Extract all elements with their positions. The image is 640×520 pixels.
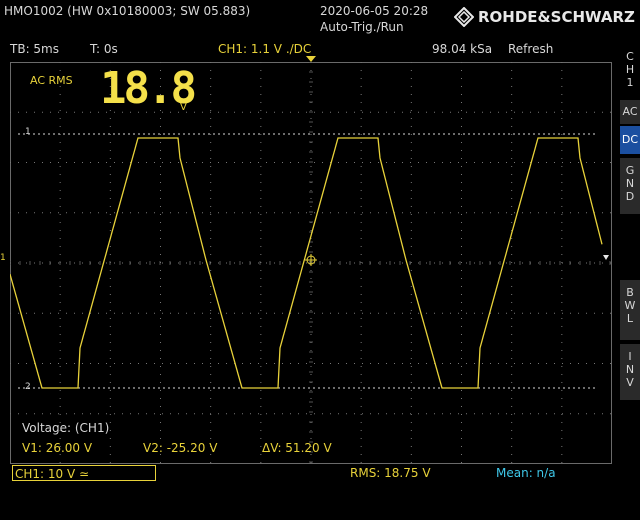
- mean-readout: Mean: n/a: [496, 466, 556, 480]
- brand-name: ROHDE&SCHWARZ: [478, 8, 635, 26]
- invert-button[interactable]: I N V: [620, 344, 640, 400]
- coupling-ac-button[interactable]: AC: [620, 100, 640, 124]
- channel-tab-letter: H: [625, 63, 635, 76]
- trigger-mode: Auto-Trig./Run: [320, 20, 404, 34]
- trigger-time-setting[interactable]: T: 0s: [90, 42, 118, 56]
- inv-letter: N: [625, 363, 635, 376]
- inv-letter: V: [626, 376, 634, 389]
- bwl-letter: B: [626, 286, 634, 299]
- channel-tab-letter: 1: [626, 76, 634, 89]
- graticule-grid: [10, 62, 611, 463]
- timebase-setting[interactable]: TB: 5ms: [10, 42, 59, 56]
- device-info: HMO1002 (HW 0x10180003; SW 05.883): [4, 4, 251, 18]
- measurement-unit: V: [180, 102, 187, 113]
- cursor2-marker[interactable]: 2: [25, 382, 31, 392]
- cursor-delta-readout: ΔV: 51.20 V: [262, 441, 332, 455]
- cursor-measurement-title: Voltage: (CH1): [22, 421, 110, 435]
- channel1-ground-marker[interactable]: 1: [0, 253, 6, 263]
- rms-readout: RMS: 18.75 V: [350, 466, 431, 480]
- rohde-schwarz-diamond-icon: [454, 7, 474, 27]
- brand-logo: ROHDE&SCHWARZ: [454, 6, 635, 28]
- bwl-letter: L: [626, 312, 634, 325]
- coupling-dc-button[interactable]: DC: [620, 126, 640, 154]
- channel1-menu-tab[interactable]: C H 1: [622, 50, 638, 89]
- measurement-label: AC RMS: [30, 74, 73, 87]
- sample-rate: 98.04 kSa: [432, 42, 493, 56]
- acquisition-mode[interactable]: Refresh: [508, 42, 553, 56]
- cursor1-marker[interactable]: 1: [25, 127, 31, 137]
- coupling-gnd-button[interactable]: G N D: [620, 158, 640, 214]
- gnd-letter: G: [625, 164, 635, 177]
- waveform-display[interactable]: [10, 62, 612, 464]
- inv-letter: I: [628, 350, 632, 363]
- trigger-level-marker-icon: [603, 255, 609, 260]
- center-crosshair-icon: [305, 254, 317, 266]
- date-time: 2020-06-05 20:28: [320, 4, 429, 18]
- bandwidth-limit-button[interactable]: B W L: [620, 280, 640, 340]
- channel-tab-letter: C: [626, 50, 634, 63]
- channel1-setting[interactable]: CH1: 1.1 V ./DC: [218, 42, 311, 56]
- cursor-v2-readout: V2: -25.20 V: [143, 441, 218, 455]
- cursor-v1-readout: V1: 26.00 V: [22, 441, 93, 455]
- gnd-letter: N: [625, 177, 635, 190]
- gnd-letter: D: [625, 190, 635, 203]
- bwl-letter: W: [624, 299, 636, 312]
- channel1-scale-box[interactable]: CH1: 10 V ≃: [12, 465, 156, 481]
